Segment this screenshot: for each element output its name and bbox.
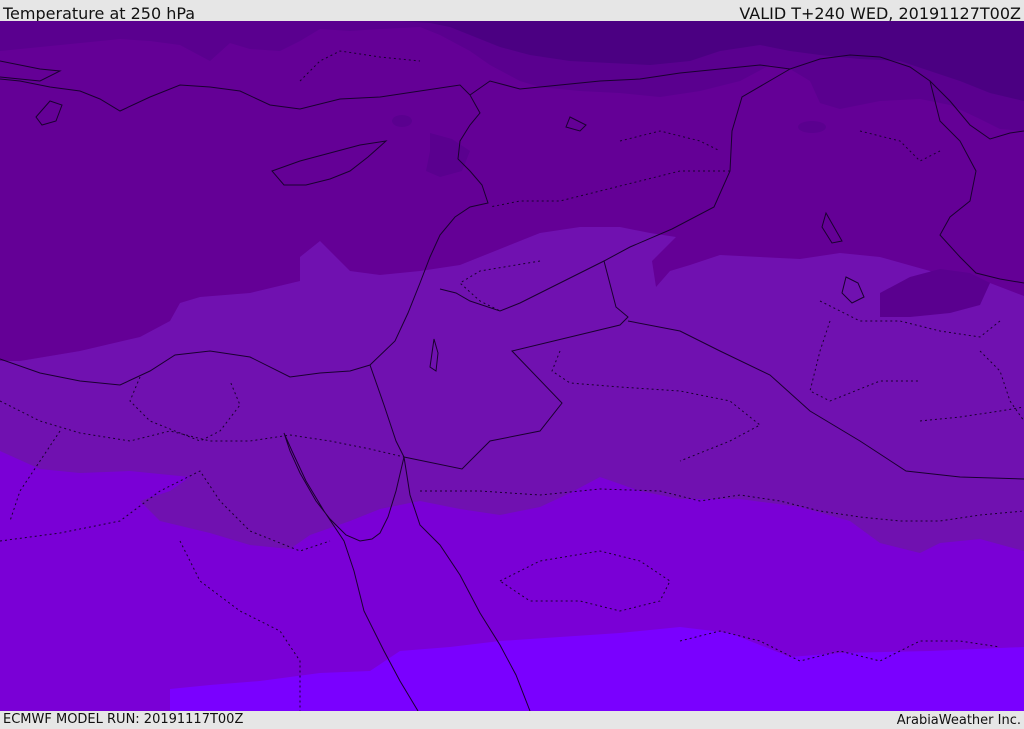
- header-bar: Temperature at 250 hPa VALID T+240 WED, …: [0, 0, 1024, 23]
- credit-label: ArabiaWeather Inc.: [896, 713, 1021, 728]
- temperature-map: [0, 21, 1024, 711]
- cold-blob-east: [798, 121, 826, 133]
- map-area: [0, 21, 1024, 711]
- weather-map-frame: Temperature at 250 hPa VALID T+240 WED, …: [0, 0, 1024, 729]
- model-run-label: ECMWF MODEL RUN: 20191117T00Z: [3, 712, 244, 727]
- footer-bar: ECMWF MODEL RUN: 20191117T00Z ArabiaWeat…: [0, 711, 1024, 729]
- cold-blob-north: [392, 115, 412, 127]
